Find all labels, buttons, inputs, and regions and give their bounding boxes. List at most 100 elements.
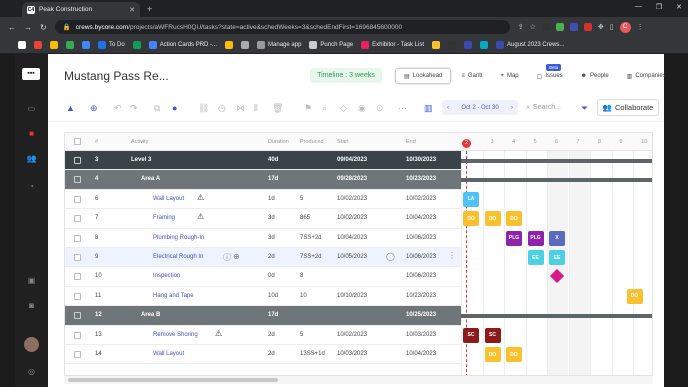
bookmark-action-cards[interactable]: Action Cards PRD -... xyxy=(148,41,217,49)
gantt-task-block[interactable]: DO xyxy=(463,211,479,227)
bookmark-icon[interactable] xyxy=(448,41,457,49)
row-checkbox[interactable] xyxy=(74,215,81,223)
chart-icon[interactable]: ◔ xyxy=(25,182,38,192)
row-start[interactable]: 09/28/2023 xyxy=(337,176,367,182)
copy-icon[interactable]: ⧉ xyxy=(154,103,160,114)
col-end[interactable]: End xyxy=(406,139,416,145)
bookmark-star-icon[interactable]: ☆ xyxy=(530,23,536,31)
table-row[interactable]: 7 Framing ⚠ 3d 865 10/02/2023 10/04/2023 xyxy=(65,209,461,229)
row-checkbox[interactable] xyxy=(74,273,81,281)
gantt-task-block[interactable]: DO xyxy=(506,347,522,362)
gantt-task-block[interactable]: SC xyxy=(484,327,501,343)
col-produced[interactable]: Produced xyxy=(300,139,324,145)
link-icon[interactable]: ⛓ xyxy=(198,103,209,114)
prev-icon[interactable]: ‹ xyxy=(447,105,449,111)
close-tab-icon[interactable]: ✕ xyxy=(129,6,135,14)
row-duration[interactable]: 10d xyxy=(268,293,278,299)
row-menu-icon[interactable]: ⋮ xyxy=(448,251,456,260)
table-row[interactable]: 14 Wall Layout 2d 13SS+1d 10/03/2023 10/04/20… xyxy=(65,345,461,365)
next-icon[interactable]: › xyxy=(511,105,513,111)
drive-icon[interactable] xyxy=(225,41,234,49)
gantt-task-block[interactable]: EE xyxy=(527,250,544,265)
row-activity[interactable]: Wall Layout xyxy=(153,196,184,202)
download-icon[interactable] xyxy=(432,41,441,49)
bookmark-icon[interactable] xyxy=(464,41,473,49)
calendar-icon[interactable] xyxy=(66,41,74,49)
browser-tab[interactable]: C4 Peak Construction ✕ xyxy=(22,2,140,17)
row-activity[interactable]: Area B xyxy=(141,312,160,318)
row-activity[interactable]: Framing xyxy=(153,215,175,221)
row-start[interactable]: 10/02/2023 xyxy=(337,215,367,221)
tab-lookahead[interactable]: ▤ Lookahead xyxy=(395,68,452,84)
row-activity[interactable]: Electrical Rough In xyxy=(153,254,203,260)
tab-map[interactable]: ⌖ Map xyxy=(493,68,527,84)
sheets-icon[interactable] xyxy=(132,41,141,49)
delete-icon[interactable]: 🗑 xyxy=(272,103,283,114)
table-row[interactable]: 8 Plumbing Rough-In 3d 7SS+2d 10/04/2023 10/0… xyxy=(65,229,461,248)
table-row[interactable]: 10 Inspection 0d 8 10/06/2023 xyxy=(65,267,461,287)
clipboard-icon[interactable]: ▣ xyxy=(25,276,38,286)
col-start[interactable]: Start xyxy=(337,139,349,145)
row-produced[interactable]: 7SS+2d xyxy=(300,254,322,260)
row-end[interactable]: 10/25/2023 xyxy=(406,312,436,318)
undo-icon[interactable]: ↶ xyxy=(114,103,122,114)
row-activity[interactable]: Area A xyxy=(141,176,160,182)
col-duration[interactable]: Duration xyxy=(268,139,289,145)
row-start[interactable]: 10/02/2023 xyxy=(337,332,367,338)
gantt-task-block[interactable]: PLG xyxy=(506,230,522,246)
warning-icon[interactable]: ⚠ xyxy=(197,193,204,202)
bookmark-icon[interactable] xyxy=(241,41,250,49)
gmail-icon[interactable] xyxy=(34,41,42,49)
select-all-checkbox[interactable] xyxy=(74,138,81,145)
row-start[interactable]: 10/05/2023 xyxy=(337,254,367,260)
row-activity[interactable]: Hang and Tape xyxy=(153,293,194,299)
search-input[interactable]: Search... xyxy=(533,104,561,111)
row-duration[interactable]: 2d xyxy=(268,254,275,260)
warning-icon[interactable]: ⚠ xyxy=(197,212,204,221)
bookmark-exhibitor[interactable]: Exhibitor - Task List xyxy=(361,41,424,49)
folder-icon[interactable]: ▭ xyxy=(25,104,38,114)
row-end[interactable]: 10/23/2023 xyxy=(406,176,436,182)
row-end[interactable]: 10/04/2023 xyxy=(406,215,436,221)
scroll-thumb[interactable] xyxy=(68,378,278,382)
tab-people[interactable]: ☻ People xyxy=(573,68,617,84)
bookmark-august-crews[interactable]: August 2023 Crews... xyxy=(496,41,564,49)
table-row[interactable]: 11 Hang and Tape 10d 10 10/10/2023 10/23/2023 xyxy=(65,287,461,307)
back-icon[interactable]: ← xyxy=(8,23,16,32)
app-logo-icon[interactable]: ▪▪▪ xyxy=(22,68,40,80)
drive-icon[interactable] xyxy=(50,41,58,49)
globe-icon[interactable]: ◎ xyxy=(25,367,38,377)
row-produced[interactable]: 8 xyxy=(300,273,303,279)
row-produced[interactable]: 10 xyxy=(300,293,307,299)
attach-icon[interactable]: ⌕ xyxy=(322,103,327,114)
extension-icon[interactable] xyxy=(541,23,550,31)
share-icon[interactable]: ⇪ xyxy=(518,23,524,31)
row-start[interactable]: 10/03/2023 xyxy=(337,351,367,357)
row-duration[interactable]: 17d xyxy=(268,312,278,318)
row-checkbox[interactable] xyxy=(74,351,81,358)
row-activity[interactable]: Remove Shoring xyxy=(153,332,198,338)
row-start[interactable]: 09/04/2023 xyxy=(337,157,367,163)
maximize-icon[interactable]: ❐ xyxy=(656,3,662,11)
row-start[interactable]: 10/10/2023 xyxy=(337,293,367,299)
row-end[interactable]: 10/30/2023 xyxy=(406,157,436,163)
row-duration[interactable]: 1d xyxy=(268,196,275,202)
row-checkbox[interactable] xyxy=(74,234,81,242)
row-checkbox[interactable] xyxy=(74,176,81,184)
paint-icon[interactable]: ● xyxy=(172,103,177,113)
bookmark-manage-app[interactable]: Manage app xyxy=(257,41,301,49)
row-checkbox[interactable] xyxy=(74,195,81,203)
row-produced[interactable]: 13SS+1d xyxy=(300,351,325,357)
info-icon[interactable]: ⓘ xyxy=(223,252,231,263)
row-produced[interactable]: 865 xyxy=(300,215,310,221)
assign-icon[interactable]: ⊕ xyxy=(233,252,240,261)
row-end[interactable]: 10/06/2023 xyxy=(406,254,436,260)
people-icon[interactable]: 👥 xyxy=(25,154,38,164)
eye-icon[interactable]: ◉ xyxy=(358,103,366,114)
col-activity[interactable]: Activity xyxy=(131,139,148,145)
table-row[interactable]: 12 Area B 17d 10/25/2023 xyxy=(65,306,461,326)
extension-icon[interactable] xyxy=(569,23,578,31)
row-produced[interactable]: 5 xyxy=(300,196,303,202)
menu-icon[interactable]: ⋮ xyxy=(637,23,644,31)
date-navigator[interactable]: ‹ Oct 2 - Oct 30 › xyxy=(442,100,518,115)
